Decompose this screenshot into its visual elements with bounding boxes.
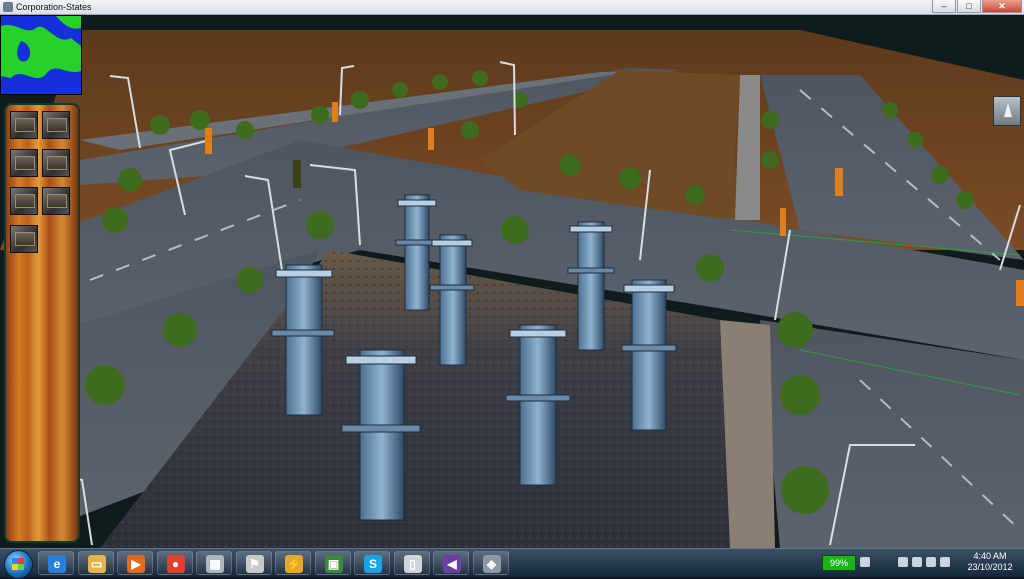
volume-icon[interactable]	[940, 557, 950, 567]
start-button[interactable]	[4, 550, 33, 579]
taskbar-media-player[interactable]: ▶	[117, 551, 153, 575]
winamp-icon: ⚡	[285, 555, 303, 573]
tool-button-7[interactable]	[10, 225, 38, 253]
taskbar-chrome[interactable]: ●	[156, 551, 193, 575]
media-player-icon: ▶	[127, 555, 145, 573]
app-icon	[3, 2, 13, 12]
power-icon[interactable]	[912, 557, 922, 567]
file-explorer-icon: ▭	[87, 555, 106, 573]
maximize-button[interactable]: □	[957, 0, 981, 13]
minimap[interactable]	[0, 15, 82, 95]
folder-icon: ▯	[403, 555, 422, 573]
taskbar-game-launcher[interactable]: ▣	[314, 551, 351, 575]
game-launcher-icon: ▣	[324, 555, 343, 573]
window-title-bar: Corporation-States – □ ✕	[0, 0, 1024, 15]
clock-date: 23/10/2012	[967, 562, 1013, 572]
close-button[interactable]: ✕	[982, 0, 1022, 13]
counter-strike-icon: ⚑	[245, 555, 264, 573]
clock-time: 4:40 AM	[973, 551, 1007, 561]
window-title: Corporation-States	[16, 2, 92, 12]
road-lower-right	[760, 320, 1024, 548]
tool-button-3[interactable]	[10, 149, 38, 177]
visual-studio-icon: ◀	[443, 555, 461, 573]
taskbar-task-manager[interactable]: ▦	[196, 551, 232, 575]
tool-button-6[interactable]	[42, 187, 70, 215]
taskbar-folder[interactable]: ▯	[393, 551, 430, 575]
taskbar-internet-explorer[interactable]: e	[38, 551, 74, 575]
taskbar-visual-studio[interactable]: ◀	[433, 551, 469, 575]
tool-button-5[interactable]	[10, 187, 38, 215]
taskbar-file-explorer[interactable]: ▭	[77, 551, 114, 575]
window-controls: – □ ✕	[931, 0, 1022, 13]
game-viewport[interactable]	[0, 15, 1024, 548]
taskbar-counter-strike[interactable]: ⚑	[235, 551, 272, 575]
chrome-icon: ●	[166, 555, 185, 573]
flag-icon[interactable]	[898, 557, 908, 567]
tool-button-2[interactable]	[42, 111, 70, 139]
compass-icon[interactable]	[993, 96, 1021, 126]
taskbar: e ▭ ▶ ● ▦ ⚑ ⚡ ▣ S ▯ ◀ ◈ 99%	[0, 548, 1024, 579]
internet-explorer-icon: e	[48, 555, 66, 573]
sidebar-tool-panel	[4, 103, 80, 543]
skype-icon: S	[364, 555, 382, 573]
corporation-states-icon: ◈	[482, 555, 501, 573]
network-icon[interactable]	[860, 557, 870, 567]
battery-indicator[interactable]: 99%	[822, 555, 856, 571]
taskbar-corporation-states[interactable]: ◈	[472, 551, 509, 575]
tool-button-1[interactable]	[10, 111, 38, 139]
clock[interactable]: 4:40 AM 23/10/2012	[960, 551, 1020, 573]
wifi-icon[interactable]	[926, 557, 936, 567]
taskbar-skype[interactable]: S	[354, 551, 390, 575]
tool-button-4[interactable]	[42, 149, 70, 177]
taskbar-winamp[interactable]: ⚡	[275, 551, 311, 575]
minimize-button[interactable]: –	[932, 0, 956, 13]
task-manager-icon: ▦	[206, 555, 224, 573]
city-scene[interactable]	[0, 15, 1024, 548]
